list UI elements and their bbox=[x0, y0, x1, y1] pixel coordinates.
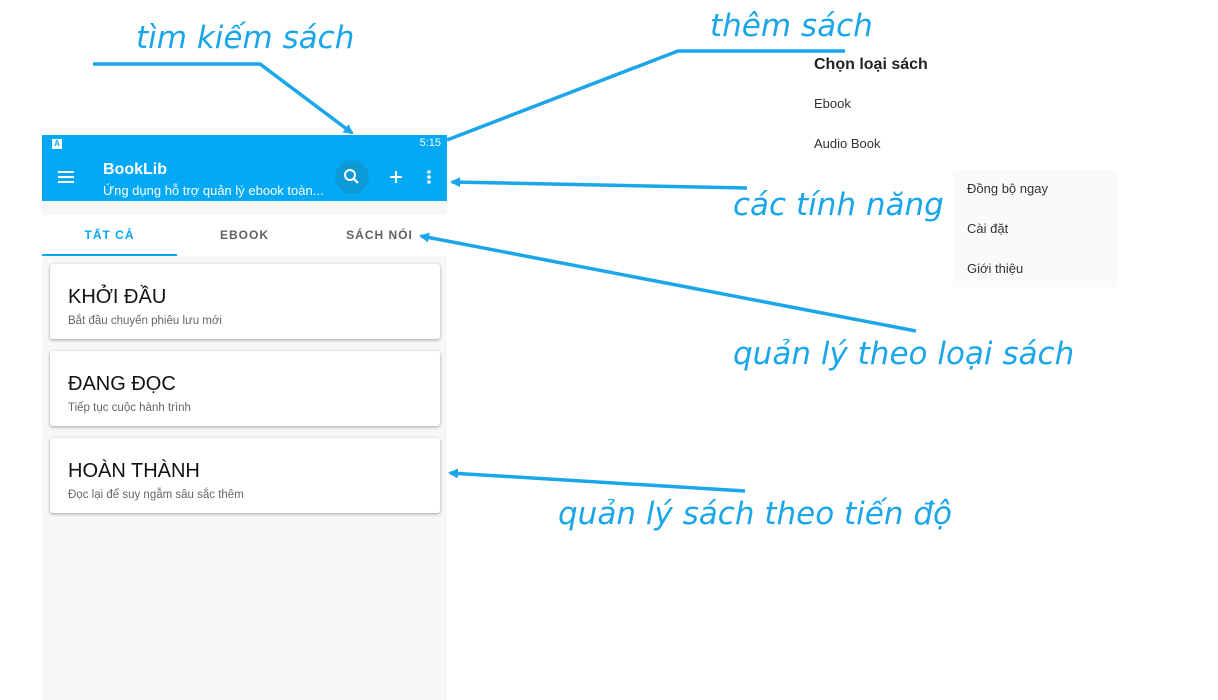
arrow-type bbox=[419, 232, 917, 333]
line-add bbox=[446, 49, 845, 142]
arrow-features bbox=[450, 177, 748, 190]
arrow-progress bbox=[448, 468, 746, 493]
annotation-progress: quản lý sách theo tiến độ bbox=[558, 496, 953, 532]
annotation-features: các tính năng bbox=[733, 187, 944, 223]
annotation-add: thêm sách bbox=[710, 8, 873, 44]
annotation-search: tìm kiếm sách bbox=[136, 20, 355, 56]
annotation-type: quản lý theo loại sách bbox=[733, 336, 1075, 372]
arrow-search bbox=[93, 62, 354, 135]
